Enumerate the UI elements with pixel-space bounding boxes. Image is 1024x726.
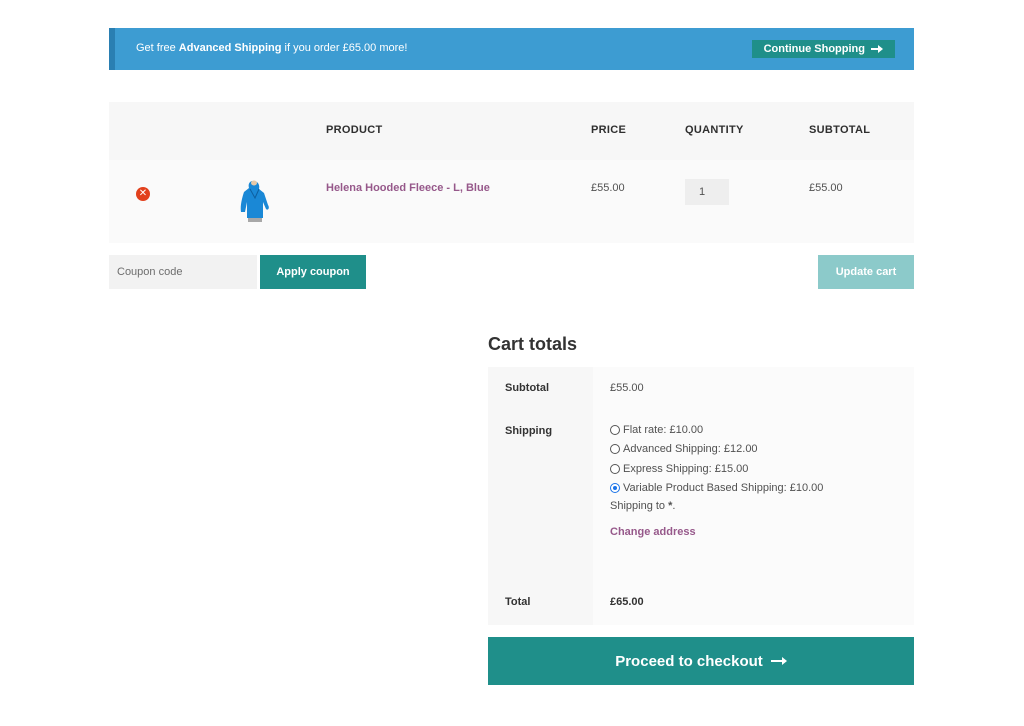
radio-button[interactable] <box>610 444 620 455</box>
coupon-code-input[interactable] <box>109 255 257 289</box>
shipping-option-express[interactable]: Express Shipping: £15.00 <box>610 459 823 479</box>
total-label: Total <box>505 596 531 608</box>
checkout-label: Proceed to checkout <box>615 652 763 670</box>
shipping-destination: Shipping to *. <box>610 500 676 512</box>
header-subtotal: SUBTOTAL <box>809 124 871 136</box>
quantity-input[interactable] <box>685 179 729 205</box>
shipping-option-flat-rate[interactable]: Flat rate: £10.00 <box>610 420 823 440</box>
shipping-option-variable[interactable]: Variable Product Based Shipping: £10.00 <box>610 479 823 499</box>
total-value: £65.00 <box>610 596 644 608</box>
totals-shipping-row: Shipping Flat rate: £10.00 Advanced Ship… <box>488 411 914 581</box>
product-price: £55.00 <box>591 182 625 194</box>
radio-button[interactable] <box>610 424 620 435</box>
hooded-fleece-thumbnail[interactable] <box>237 178 273 224</box>
shipping-label: Shipping <box>505 425 553 437</box>
shipping-option-label: Flat rate: £10.00 <box>623 423 704 436</box>
shipping-option-label: Express Shipping: £15.00 <box>623 462 749 475</box>
notice-message: Get free Advanced Shipping if you order … <box>136 42 407 54</box>
cart-totals-table: Subtotal £55.00 Shipping Flat rate: £10.… <box>488 367 914 625</box>
arrow-right-icon <box>770 656 787 666</box>
proceed-to-checkout-button[interactable]: Proceed to checkout <box>488 637 914 685</box>
cart-table: PRODUCT PRICE QUANTITY SUBTOTAL ✕ Helena… <box>109 102 914 243</box>
product-subtotal: £55.00 <box>809 182 843 194</box>
shipping-notice: Get free Advanced Shipping if you order … <box>109 28 914 70</box>
notice-suffix: if you order £65.00 more! <box>281 42 408 54</box>
cart-totals-title: Cart totals <box>488 334 578 354</box>
totals-subtotal-row: Subtotal £55.00 <box>488 367 914 411</box>
radio-button[interactable] <box>610 463 620 474</box>
update-cart-button[interactable]: Update cart <box>818 255 914 289</box>
header-product: PRODUCT <box>326 124 383 136</box>
shipping-option-label: Variable Product Based Shipping: £10.00 <box>623 482 824 495</box>
header-quantity: QUANTITY <box>685 124 744 136</box>
radio-button-selected[interactable] <box>610 483 620 494</box>
continue-shopping-label: Continue Shopping <box>763 43 865 55</box>
subtotal-label: Subtotal <box>505 382 549 394</box>
notice-prefix: Get free <box>136 42 179 54</box>
notice-highlight: Advanced Shipping <box>178 42 282 54</box>
continue-shopping-button[interactable]: Continue Shopping <box>751 40 895 58</box>
header-price: PRICE <box>591 124 627 136</box>
subtotal-value: £55.00 <box>610 382 644 394</box>
table-row: ✕ Helena Hooded Fleece - L, Blue £55.00 … <box>109 160 914 243</box>
shipping-option-label: Advanced Shipping: £12.00 <box>623 443 758 456</box>
product-name-link[interactable]: Helena Hooded Fleece - L, Blue <box>326 182 490 194</box>
shipping-methods: Flat rate: £10.00 Advanced Shipping: £12… <box>610 420 823 538</box>
shipping-option-advanced[interactable]: Advanced Shipping: £12.00 <box>610 440 823 460</box>
remove-icon[interactable]: ✕ <box>136 187 150 201</box>
cart-table-header: PRODUCT PRICE QUANTITY SUBTOTAL <box>109 102 914 160</box>
apply-coupon-button[interactable]: Apply coupon <box>260 255 366 289</box>
arrow-right-icon <box>871 44 883 54</box>
totals-total-row: Total £65.00 <box>488 581 914 625</box>
change-address-link[interactable]: Change address <box>610 526 823 538</box>
